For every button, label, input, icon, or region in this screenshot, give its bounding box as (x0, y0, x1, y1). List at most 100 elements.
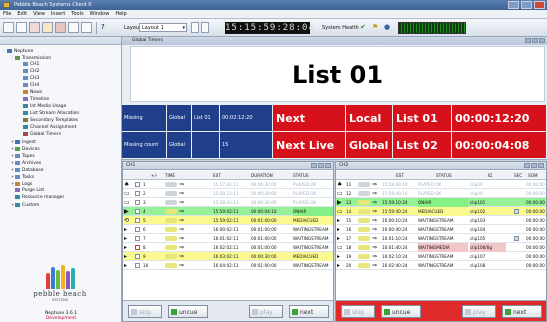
layout-icon[interactable] (3, 22, 14, 33)
table-row[interactable]: ▸ 20 ⇒ 16:02:40:24 WAITINGSTREAM clip108 00:00… (336, 261, 546, 270)
close-button[interactable] (534, 1, 545, 9)
row-checkbox[interactable] (135, 236, 140, 241)
grid-icon[interactable] (68, 22, 79, 33)
menu-item-view[interactable]: View (33, 10, 45, 18)
row-checkbox[interactable] (135, 191, 140, 196)
column-header[interactable]: SOM (528, 171, 538, 180)
column-header[interactable]: STATUS (436, 171, 452, 180)
settings-icon[interactable] (81, 22, 92, 33)
row-checkbox[interactable] (135, 218, 140, 223)
table-row[interactable]: ▭ 2 ⇒ 15:58:12:11 00:00:30:00 PLAYED OK (123, 189, 333, 198)
table-row[interactable]: ▸ 16 ⇒ 16:00:40:24 WAITINGSTREAM clip104 00:00… (336, 225, 546, 234)
menu-item-edit[interactable]: Edit (17, 10, 27, 18)
row-checkbox[interactable] (135, 182, 140, 187)
sidebar-item-tapes[interactable]: + Tapes (0, 152, 121, 159)
stop-icon[interactable] (55, 22, 66, 33)
sidebar-item-global-timers[interactable]: Global Timers (0, 131, 121, 138)
table-row[interactable]: ▭ 12 ⇒ 15:58:40:10 PLAYED OK clip00 00:00:00 (336, 189, 546, 198)
sidebar-item-transmission[interactable]: - Transmission (0, 54, 121, 61)
panel-maximize-button[interactable] (532, 38, 538, 43)
column-header[interactable]: ID (488, 171, 492, 180)
next-button[interactable]: next (289, 305, 329, 318)
panel-close-button[interactable] (325, 163, 331, 168)
table-row[interactable]: ▭ 14 ⇒ 15:59:40:24 MEDIACUED clip102 00:00:00 (336, 207, 546, 216)
column-header[interactable]: EST (396, 171, 404, 180)
sidebar-item-devices[interactable]: + Devices (0, 145, 121, 152)
table-row[interactable]: ▶ 4 ⇒ 15:59:02:11 00:00:04:10 ONAIR (123, 207, 333, 216)
skip-button[interactable]: skip (128, 305, 162, 318)
menu-item-window[interactable]: Window (90, 10, 110, 18)
menu-item-insert[interactable]: Insert (51, 10, 65, 18)
record-icon[interactable] (29, 22, 40, 33)
column-header[interactable]: DURATION (251, 171, 273, 180)
play-button[interactable]: play (462, 305, 496, 318)
sidebar-item-custom[interactable]: + Custom (0, 201, 121, 208)
table-row[interactable]: ▸ 6 ⇒ 16:00:02:11 00:01:00:00 WAITINGSTREAM (123, 225, 333, 234)
row-checkbox[interactable] (135, 227, 140, 232)
table-row[interactable]: ▭ 3 ⇒ 15:58:42:11 00:00:30:00 PLAYED OK (123, 198, 333, 207)
sidebar-item-archives[interactable]: + Archives (0, 159, 121, 166)
table-row[interactable]: ▶ 13 ⇒ 15:59:10:24 ONAIR clip101 00:00:00 (336, 198, 546, 207)
table-row[interactable]: ♠ 11 ⇒ 15:58:00:10 PLAYED OK clip00 00:00:00 (336, 180, 546, 189)
row-checkbox[interactable] (135, 209, 140, 214)
table-row[interactable]: ▸ 7 ⇒ 16:01:02:11 00:01:00:00 WAITINGSTREAM (123, 234, 333, 243)
sidebar-item-news[interactable]: News (0, 89, 121, 96)
table-row[interactable]: ♠ 1 ⇒ 15:57:42:11 00:00:30:00 PLAYED OK (123, 180, 333, 189)
sidebar-item-int-media-usage[interactable]: Int Media Usage (0, 103, 121, 110)
column-header[interactable]: EST (213, 171, 221, 180)
sidebar-item-tasks[interactable]: + Tasks (0, 173, 121, 180)
menu-item-tools[interactable]: Tools (71, 10, 83, 18)
table-row[interactable]: ▸ 19 ⇒ 16:02:10:24 WAITINGSTREAM clip107 00:00… (336, 252, 546, 261)
panel-minimize-button[interactable] (524, 163, 530, 168)
layout-save-icon[interactable] (191, 22, 199, 33)
sidebar-item-neptune[interactable]: - Neptune (0, 47, 121, 54)
sidebar-item-ch1[interactable]: CH1 (0, 61, 121, 68)
menu-item-help[interactable]: Help (115, 10, 126, 18)
uncue-button[interactable]: uncue (381, 305, 421, 318)
sidebar-item-timeline[interactable]: Timeline (0, 96, 121, 103)
skip-button[interactable]: skip (341, 305, 375, 318)
sidebar-item-ingest[interactable]: + Ingest (0, 138, 121, 145)
table-row[interactable]: ▸ 17 ⇒ 16:01:10:24 WAITINGSTREAM clip105 00:00… (336, 234, 546, 243)
table-row[interactable]: ▭ 18 ⇒ 16:01:40:24 WAITINGMEDIA clip106/0g 00:… (336, 243, 546, 252)
sidebar-item-channel-assignment[interactable]: Channel Assignment (0, 124, 121, 131)
table-row[interactable]: ▸ 15 ⇒ 16:00:10:24 WAITINGSTREAM clip103 00:00… (336, 216, 546, 225)
sidebar-item-logs[interactable]: + Logs (0, 180, 121, 187)
sidebar-item-database[interactable]: + Database (0, 166, 121, 173)
minimize-button[interactable] (508, 1, 519, 9)
sidebar-item-purge-list[interactable]: Purge List (0, 187, 121, 194)
layout-edit-icon[interactable] (201, 22, 209, 33)
sidebar-item-resource-manager[interactable]: Resource manager (0, 194, 121, 201)
table-row[interactable]: ▸ 8 ⇒ 16:02:02:11 00:01:00:00 WAITINGSTREAM (123, 243, 333, 252)
column-header[interactable]: TIME (165, 171, 175, 180)
sidebar-item-secondary-templates[interactable]: Secondary Templates (0, 117, 121, 124)
menu-item-file[interactable]: File (3, 10, 11, 18)
panel-minimize-button[interactable] (525, 38, 531, 43)
column-header[interactable]: +/- (151, 171, 157, 180)
help-icon[interactable]: ? (101, 22, 112, 33)
panel-maximize-button[interactable] (531, 163, 537, 168)
sidebar-item-ch2[interactable]: CH2 (0, 68, 121, 75)
panel-close-button[interactable] (539, 38, 545, 43)
uncue-button[interactable]: uncue (168, 305, 208, 318)
table-row[interactable]: ▸ 9 ⇒ 16:03:02:11 00:00:30:00 MEDIACUED (123, 252, 333, 261)
sidebar-item-ch3[interactable]: CH3 (0, 75, 121, 82)
row-checkbox[interactable] (135, 263, 140, 268)
panel-minimize-button[interactable] (311, 163, 317, 168)
view-icon[interactable] (16, 22, 27, 33)
column-header[interactable]: SEC (514, 171, 522, 180)
table-row[interactable]: ▸ 10 ⇒ 16:04:02:11 00:01:00:00 WAITINGSTREAM (123, 261, 333, 270)
row-checkbox[interactable] (135, 245, 140, 250)
sidebar-item-ch4[interactable]: CH4 (0, 82, 121, 89)
panel-close-button[interactable] (538, 163, 544, 168)
column-header[interactable]: STATUS (293, 171, 309, 180)
panel-maximize-button[interactable] (318, 163, 324, 168)
table-row[interactable]: ⟲ 5 ⇒ 15:59:02:11 00:01:00:00 MEDIACUED (123, 216, 333, 225)
next-button[interactable]: next (502, 305, 542, 318)
row-checkbox[interactable] (135, 254, 140, 259)
sidebar-item-list-stream-allocation[interactable]: List Stream Allocation (0, 110, 121, 117)
row-checkbox[interactable] (135, 200, 140, 205)
play-button[interactable]: play (249, 305, 283, 318)
layout-select[interactable]: Layout 1 ▾ (139, 23, 187, 32)
maximize-button[interactable] (521, 1, 532, 9)
